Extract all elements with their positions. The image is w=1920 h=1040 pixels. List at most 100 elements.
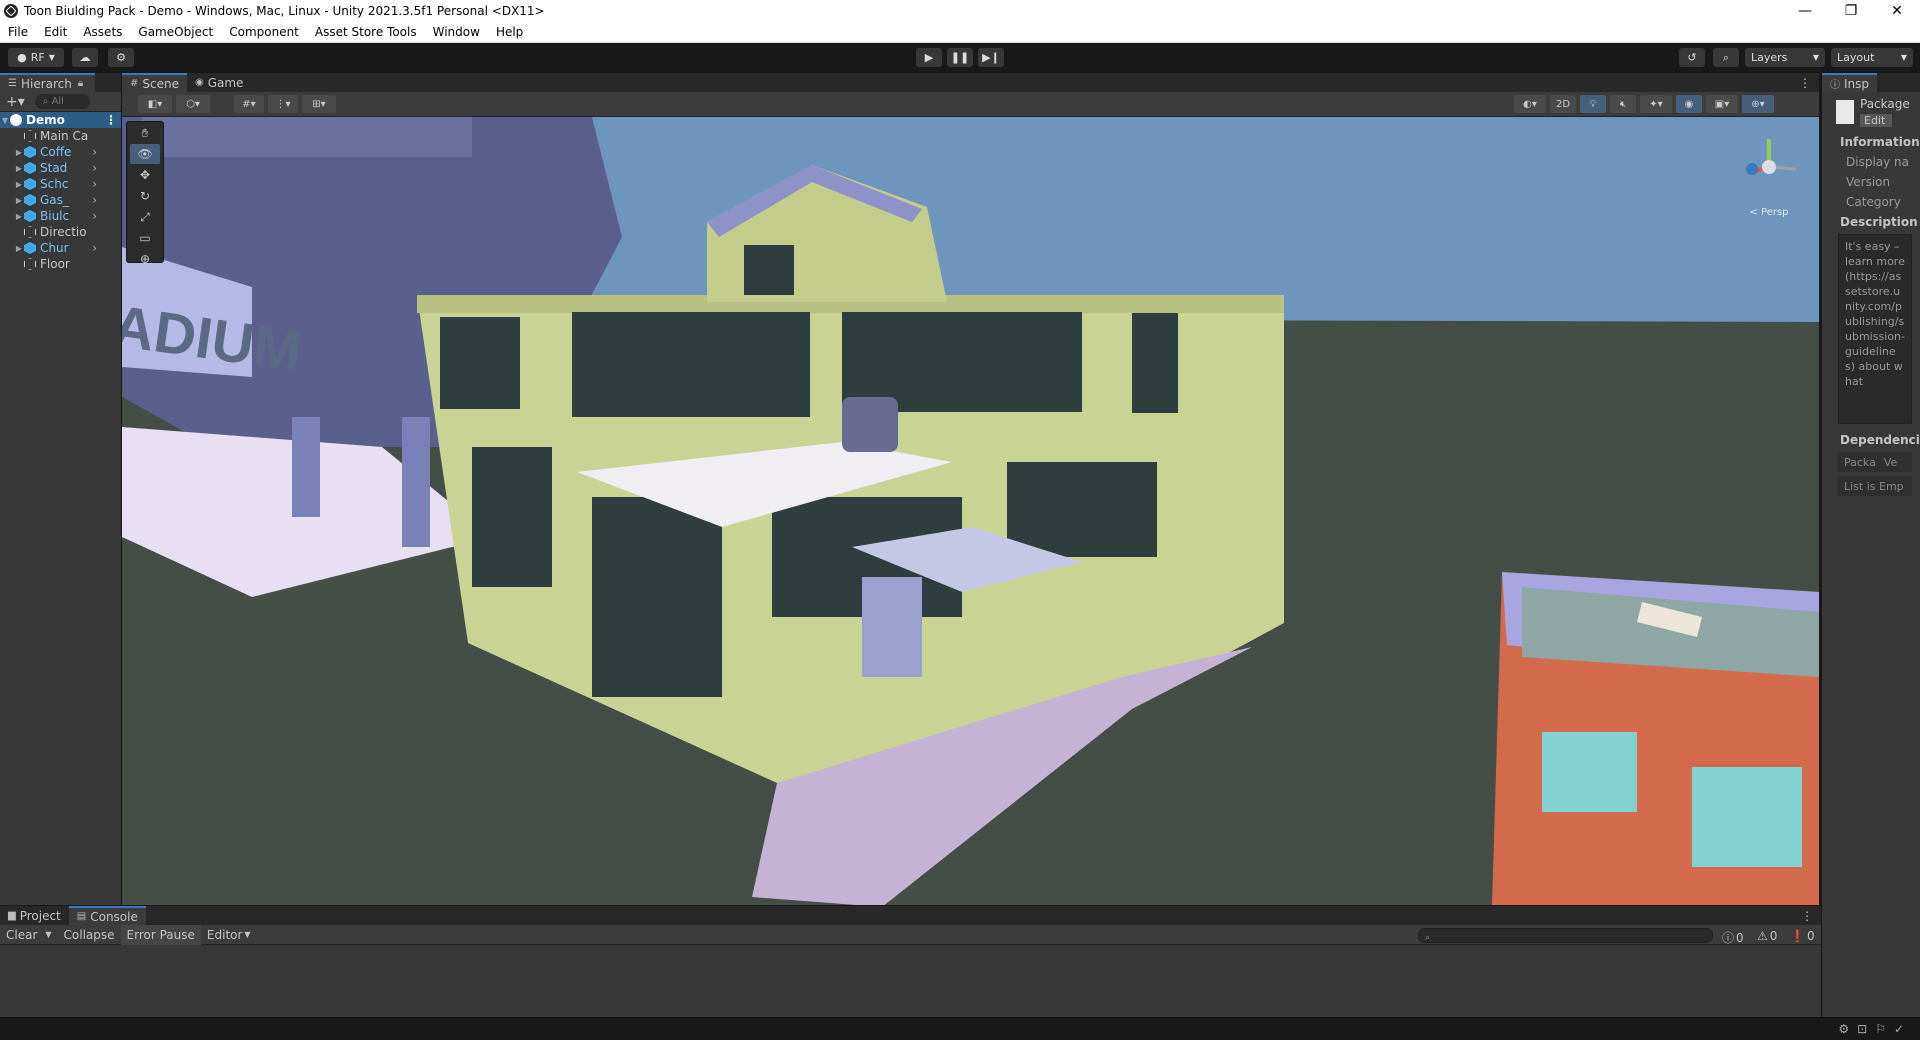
visibility-toggle[interactable]: ◉ [1676,95,1702,113]
effects-dropdown[interactable]: ✦▾ [1640,95,1672,113]
fold-closed-icon[interactable]: ▶ [14,196,24,205]
console-search-input[interactable]: ⌕ [1418,928,1713,943]
search-button[interactable]: ⌕ [1713,48,1739,67]
hierarchy-item[interactable]: ▶ Chur › [0,240,121,256]
account-dropdown[interactable]: ● RF ▼ [8,48,64,67]
translate-tool[interactable]: ✥ [130,165,160,185]
tab-project[interactable]: ▆ Project [0,906,69,925]
collab-button[interactable]: ⚙ [108,48,134,67]
inspector-panel: ⓘ Insp Package Edit Information Display … [1821,73,1920,1040]
scene-render[interactable]: ADIUM [122,117,1819,905]
transform-tool[interactable]: ⊕ [130,249,160,269]
undo-history-button[interactable]: ↺ [1679,48,1705,67]
layout-dropdown[interactable]: Layout ▼ [1831,48,1913,67]
snap-icon: ⋮▾ [275,98,291,110]
snap-increment-dropdown[interactable]: ⋮▾ [268,95,298,113]
fold-closed-icon[interactable]: ▶ [14,180,24,189]
open-prefab-arrow-icon[interactable]: › [92,241,97,255]
toggle-2d-button[interactable]: 2D [1550,95,1576,113]
fold-closed-icon[interactable]: ▶ [14,164,24,173]
more-options-icon[interactable]: ⋮ [105,113,117,127]
scene-gizmo[interactable]: < Persp [1734,127,1804,218]
render-mode-dropdown[interactable]: ⬡▾ [176,95,210,113]
open-prefab-arrow-icon[interactable]: › [92,177,97,191]
pause-button[interactable]: ❚❚ [947,48,973,67]
open-prefab-arrow-icon[interactable]: › [92,161,97,175]
view-tool[interactable]: ✋︎ [130,123,160,143]
description-textarea[interactable]: It's easy – learn more (https://assetsto… [1838,234,1912,424]
hierarchy-item[interactable]: Main Ca [0,128,121,144]
menu-component[interactable]: Component [221,25,307,39]
information-header[interactable]: Information [1822,132,1920,152]
restore-button[interactable]: ❐ [1828,0,1874,22]
move-tool[interactable]: 👁︎ [130,144,160,164]
history-icon: ↺ [1687,51,1697,64]
editor-dropdown[interactable]: Editor ▼ [201,925,257,945]
edit-button[interactable]: Edit [1860,114,1892,127]
lighting-toggle[interactable]: 💡︎ [1580,95,1606,113]
rotate-tool[interactable]: ↻ [130,186,160,206]
hierarchy-item[interactable]: Directio [0,224,121,240]
minimize-button[interactable]: — [1782,0,1828,22]
projection-label[interactable]: < Persp [1734,207,1804,218]
clear-button[interactable]: Clear ▼ [0,925,58,945]
menu-edit[interactable]: Edit [36,25,75,39]
menu-gameobject[interactable]: GameObject [130,25,221,39]
play-button[interactable]: ▶ [916,48,942,67]
hierarchy-item[interactable]: ▶ Biulc › [0,208,121,224]
draw-mode-dropdown[interactable]: ◧▾ [138,95,172,113]
hierarchy-search-input[interactable]: ⌕ All [34,94,90,109]
hierarchy-item[interactable]: ▶ Stad › [0,160,121,176]
menu-file[interactable]: File [0,25,36,39]
dependencies-header[interactable]: Dependencie [1822,430,1920,450]
rect-tool[interactable]: ▭ [130,228,160,248]
gizmos-dropdown[interactable]: ⊕▾ [1742,95,1774,113]
description-header[interactable]: Description [1822,212,1920,232]
error-count[interactable]: ❗ 0 [1790,929,1815,943]
open-prefab-arrow-icon[interactable]: › [92,145,97,159]
warning-count[interactable]: ⚠ 0 [1757,929,1777,943]
camera-effects-dropdown[interactable]: ◐▾ [1514,95,1546,113]
hierarchy-item[interactable]: ▶ Schc › [0,176,121,192]
hierarchy-item[interactable]: Floor [0,256,121,272]
tab-hierarchy[interactable]: ☰ Hierarch 🔒︎ [0,73,96,92]
menu-window[interactable]: Window [425,25,488,39]
collapse-button[interactable]: Collapse [58,925,121,945]
tab-inspector[interactable]: ⓘ Insp [1822,73,1878,92]
fold-closed-icon[interactable]: ▶ [14,148,24,157]
camera-settings-dropdown[interactable]: ▣▾ [1706,95,1738,113]
menu-asset-store-tools[interactable]: Asset Store Tools [307,25,425,39]
panel-menu-icon[interactable]: ⋮ [1801,909,1813,923]
hierarchy-item[interactable]: ▶ Gas_ › [0,192,121,208]
hierarchy-scene-row[interactable]: ▼ Demo ⋮ [0,112,121,128]
align-dropdown[interactable]: ⊞▾ [302,95,336,113]
tab-console[interactable]: ▤ Console [68,906,146,925]
prefab-cube-icon [24,194,36,206]
scene-viewport[interactable]: ADIUM ✋︎ 👁︎ ✥ ↻ ⤢ ▭ ⊕ < Persp [122,117,1819,905]
tab-game[interactable]: ◉ Game [187,73,251,92]
prefab-cube-icon [24,162,36,174]
step-button[interactable]: ▶❙ [978,48,1004,67]
lock-icon[interactable]: 🔒︎ [78,78,83,89]
scale-tool[interactable]: ⤢ [130,207,160,227]
layers-dropdown[interactable]: Layers ▼ [1745,48,1825,67]
search-placeholder: All [51,96,64,107]
hierarchy-item[interactable]: ▶ Coffe › [0,144,121,160]
open-prefab-arrow-icon[interactable]: › [92,193,97,207]
cloud-button[interactable]: ☁ [72,48,98,67]
fold-open-icon[interactable]: ▼ [0,116,10,125]
tab-scene[interactable]: # Scene [122,73,187,92]
menu-help[interactable]: Help [488,25,531,39]
grid-snap-dropdown[interactable]: #▾ [234,95,264,113]
add-object-button[interactable]: +▾ [6,94,25,110]
audio-toggle[interactable]: 🔇︎ [1610,95,1636,113]
fold-closed-icon[interactable]: ▶ [14,212,24,221]
chevron-down-icon[interactable]: ▼ [45,930,51,939]
error-pause-button[interactable]: Error Pause [120,924,201,945]
menu-assets[interactable]: Assets [75,25,130,39]
panel-menu-icon[interactable]: ⋮ [1799,76,1811,90]
info-count[interactable]: ⓘ 0 [1722,929,1744,946]
close-button[interactable]: ✕ [1874,0,1920,22]
open-prefab-arrow-icon[interactable]: › [92,209,97,223]
fold-closed-icon[interactable]: ▶ [14,244,24,253]
